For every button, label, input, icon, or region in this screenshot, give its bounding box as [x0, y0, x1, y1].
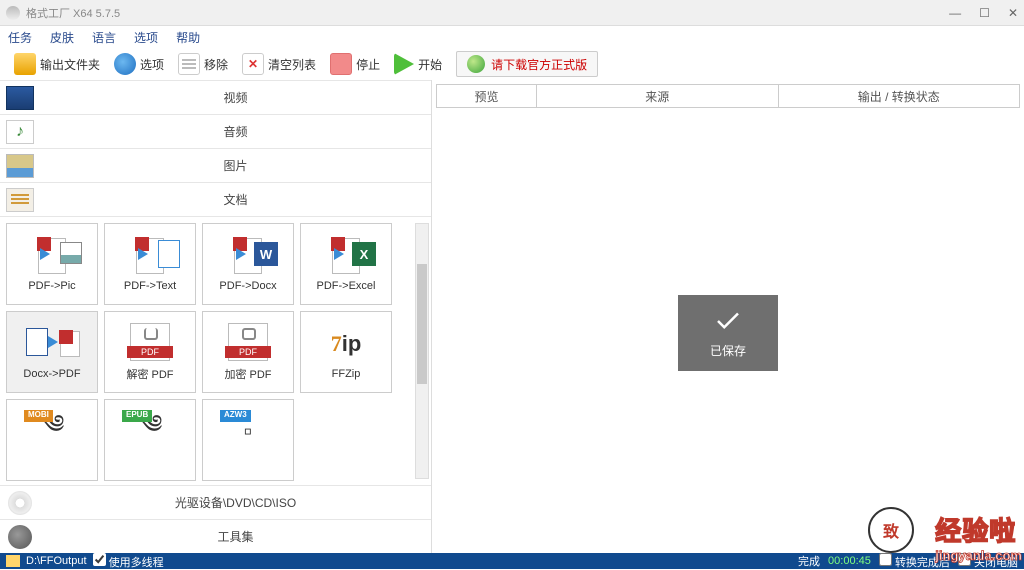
maximize-button[interactable]: ☐	[979, 6, 990, 20]
clear-icon: ✕	[242, 53, 264, 75]
download-official-button[interactable]: 请下载官方正式版	[456, 51, 598, 77]
col-source[interactable]: 来源	[537, 85, 779, 107]
status-folder-icon[interactable]	[6, 555, 20, 567]
video-icon	[6, 86, 34, 110]
tile-docx-to-pdf[interactable]: Docx->PDF	[6, 311, 98, 393]
tile-encrypt-pdf[interactable]: PDF加密 PDF	[202, 311, 294, 393]
tile-decrypt-pdf[interactable]: PDF解密 PDF	[104, 311, 196, 393]
tile-ffzip[interactable]: 7ipFFZip	[300, 311, 392, 393]
play-icon	[394, 53, 414, 75]
after-convert-toggle[interactable]: 转换完成后	[879, 553, 950, 570]
tile-pdf-to-excel[interactable]: XPDF->Excel	[300, 223, 392, 305]
tile-pdf-to-docx[interactable]: WPDF->Docx	[202, 223, 294, 305]
close-button[interactable]: ✕	[1008, 6, 1018, 20]
tile-epub[interactable]: EPUB༄EPUB	[104, 399, 196, 481]
disc-icon	[8, 491, 32, 515]
menu-language[interactable]: 语言	[92, 29, 116, 46]
status-done: 完成	[798, 553, 820, 569]
category-image[interactable]: 图片	[0, 148, 431, 182]
menu-bar: 任务 皮肤 语言 选项 帮助	[0, 26, 1024, 48]
options-button[interactable]: 选项	[108, 51, 170, 77]
col-preview[interactable]: 预览	[437, 85, 537, 107]
output-path[interactable]: D:\FFOutput	[26, 555, 87, 567]
folder-icon	[14, 53, 36, 75]
window-title: 格式工厂 X64 5.7.5	[26, 5, 120, 21]
globe-icon	[467, 55, 485, 73]
scrollbar[interactable]	[415, 223, 429, 479]
saved-toast: 已保存	[678, 295, 778, 371]
task-list-area: 已保存	[432, 112, 1024, 553]
tile-pdf-to-text[interactable]: PDF->Text	[104, 223, 196, 305]
remove-button[interactable]: 移除	[172, 51, 234, 77]
watermark-stamp: 致	[868, 507, 914, 553]
minimize-button[interactable]: —	[949, 6, 961, 20]
category-video[interactable]: 视频	[0, 80, 431, 114]
multithread-toggle[interactable]: 使用多线程	[93, 553, 164, 570]
image-icon	[6, 154, 34, 178]
tile-azw3[interactable]: AZW3▫AZW3	[202, 399, 294, 481]
category-optical[interactable]: 光驱设备\DVD\CD\ISO	[0, 485, 431, 519]
category-audio[interactable]: ♪音频	[0, 114, 431, 148]
category-document[interactable]: 文档	[0, 182, 431, 216]
app-icon	[6, 6, 20, 20]
start-button[interactable]: 开始	[388, 51, 448, 77]
shutdown-toggle[interactable]: 关闭电脑	[958, 553, 1018, 570]
clear-list-button[interactable]: ✕清空列表	[236, 51, 322, 77]
toolbar: 输出文件夹 选项 移除 ✕清空列表 停止 开始 请下载官方正式版	[0, 48, 1024, 80]
menu-help[interactable]: 帮助	[176, 29, 200, 46]
task-table-header: 预览 来源 输出 / 转换状态	[436, 84, 1020, 108]
col-status[interactable]: 输出 / 转换状态	[779, 85, 1020, 107]
document-icon	[6, 188, 34, 212]
scroll-thumb[interactable]	[417, 264, 427, 384]
right-panel: 预览 来源 输出 / 转换状态 已保存	[432, 80, 1024, 553]
stop-icon	[330, 53, 352, 75]
check-icon	[713, 306, 743, 336]
options-icon	[114, 53, 136, 75]
category-toolset[interactable]: 工具集	[0, 519, 431, 553]
title-bar: 格式工厂 X64 5.7.5 — ☐ ✕	[0, 0, 1024, 26]
output-folder-button[interactable]: 输出文件夹	[8, 51, 106, 77]
toolset-icon	[8, 525, 32, 549]
tile-pdf-to-pic[interactable]: PDF->Pic	[6, 223, 98, 305]
status-bar: D:\FFOutput 使用多线程 完成 00:00:45 转换完成后 关闭电脑	[0, 553, 1024, 569]
menu-task[interactable]: 任务	[8, 29, 32, 46]
menu-skin[interactable]: 皮肤	[50, 29, 74, 46]
elapsed-time: 00:00:45	[828, 555, 871, 567]
tiles-area: PDF->Pic PDF->Text WPDF->Docx XPDF->Exce…	[0, 216, 431, 485]
remove-icon	[178, 53, 200, 75]
audio-icon: ♪	[6, 120, 34, 144]
tile-mobi[interactable]: MOBI༄MOBI	[6, 399, 98, 481]
left-panel: 视频 ♪音频 图片 文档 PDF->Pic PDF->Text WPDF->Do…	[0, 80, 432, 553]
stop-button[interactable]: 停止	[324, 51, 386, 77]
menu-options[interactable]: 选项	[134, 29, 158, 46]
